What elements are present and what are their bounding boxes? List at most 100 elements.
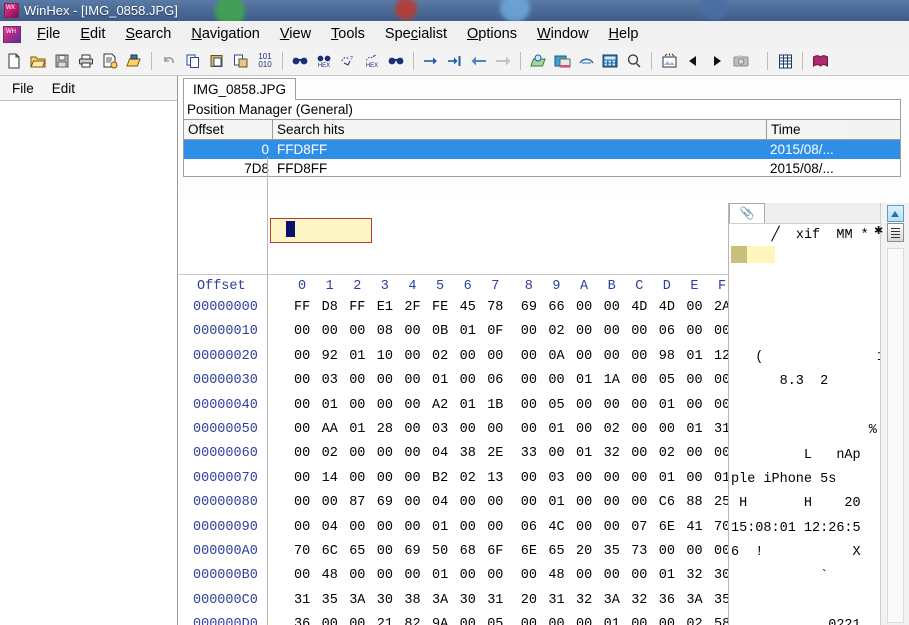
hex-byte[interactable]: 01 xyxy=(349,349,365,364)
hex-byte[interactable]: 00 xyxy=(686,544,702,559)
hex-byte[interactable]: 00 xyxy=(349,520,365,535)
hex-byte[interactable]: 01 xyxy=(432,373,448,388)
menu-item-help[interactable]: Help xyxy=(599,24,649,44)
ascii-row[interactable]: 8.3 2 xyxy=(729,370,880,394)
hex-byte[interactable]: E1 xyxy=(377,300,393,315)
hex-byte[interactable]: 31 xyxy=(294,593,310,608)
hex-byte[interactable]: 00 xyxy=(487,349,503,364)
hex-byte[interactable]: 00 xyxy=(460,373,476,388)
hex-byte[interactable]: 69 xyxy=(404,544,420,559)
hex-byte[interactable]: 00 xyxy=(294,398,310,413)
hex-byte[interactable]: 10 xyxy=(377,349,393,364)
ascii-row[interactable] xyxy=(729,395,880,419)
hex-byte[interactable]: 00 xyxy=(294,568,310,583)
hex-byte[interactable]: 01 xyxy=(604,617,620,625)
hex-byte[interactable]: 02 xyxy=(686,617,702,625)
hex-byte[interactable]: 00 xyxy=(487,520,503,535)
hex-byte[interactable]: 00 xyxy=(487,495,503,510)
hex-byte[interactable]: C6 xyxy=(659,495,675,510)
hex-byte[interactable]: 00 xyxy=(631,373,647,388)
hex-byte[interactable]: 00 xyxy=(377,373,393,388)
hex-byte[interactable]: 0A xyxy=(548,349,564,364)
hex-byte[interactable]: 70 xyxy=(294,544,310,559)
hex-byte[interactable]: 01 xyxy=(548,495,564,510)
hex-byte[interactable]: 00 xyxy=(487,568,503,583)
hex-byte[interactable]: 00 xyxy=(604,568,620,583)
hex-byte[interactable]: 00 xyxy=(460,495,476,510)
hex-byte[interactable]: 30 xyxy=(460,593,476,608)
hex-byte[interactable]: 78 xyxy=(487,300,503,315)
hex-byte[interactable]: 65 xyxy=(349,544,365,559)
hex-byte[interactable]: 01 xyxy=(576,446,592,461)
hex-byte[interactable]: 00 xyxy=(659,422,675,437)
replace-hex-icon[interactable]: HEX xyxy=(360,49,384,73)
forward-arrow-icon[interactable] xyxy=(491,49,515,73)
hex-byte[interactable]: 32 xyxy=(576,593,592,608)
hex-byte[interactable]: 01 xyxy=(659,471,675,486)
menu-item-tools[interactable]: Tools xyxy=(321,24,375,44)
hex-byte[interactable]: 00 xyxy=(548,617,564,625)
hex-byte[interactable]: 01 xyxy=(460,324,476,339)
hex-byte[interactable]: 00 xyxy=(576,471,592,486)
hex-byte[interactable]: 00 xyxy=(377,568,393,583)
next-item-icon[interactable] xyxy=(705,49,729,73)
hex-byte[interactable]: 00 xyxy=(686,373,702,388)
menu-item-window[interactable]: Window xyxy=(527,24,599,44)
hex-byte[interactable]: 73 xyxy=(631,544,647,559)
hex-byte[interactable]: 00 xyxy=(576,422,592,437)
clipboard-paste-icon[interactable] xyxy=(205,49,229,73)
hex-byte[interactable]: 00 xyxy=(576,520,592,535)
hex-byte[interactable]: 00 xyxy=(521,422,537,437)
hex-byte[interactable]: 00 xyxy=(460,568,476,583)
back-arrow-icon[interactable] xyxy=(467,49,491,73)
ascii-row[interactable]: H H 20 xyxy=(729,492,880,516)
hex-byte[interactable]: 03 xyxy=(432,422,448,437)
hex-byte[interactable]: 00 xyxy=(294,446,310,461)
hex-byte[interactable]: 01 xyxy=(432,568,448,583)
tab-img-0858-jpg[interactable]: IMG_0858.JPG xyxy=(183,78,297,100)
hex-byte[interactable]: 35 xyxy=(322,593,338,608)
calculator-icon[interactable] xyxy=(598,49,622,73)
hex-byte[interactable]: 01 xyxy=(460,398,476,413)
hex-byte[interactable]: 65 xyxy=(548,544,564,559)
report-table-icon[interactable] xyxy=(773,49,797,73)
hex-byte[interactable]: 00 xyxy=(631,471,647,486)
hex-byte[interactable]: 01 xyxy=(322,398,338,413)
hex-byte[interactable]: 01 xyxy=(686,349,702,364)
hex-byte[interactable]: 00 xyxy=(631,617,647,625)
ascii-row[interactable] xyxy=(729,248,880,272)
hex-byte[interactable]: 00 xyxy=(631,446,647,461)
hex-byte[interactable]: 48 xyxy=(322,568,338,583)
hex-byte[interactable]: 21 xyxy=(377,617,393,625)
hex-byte[interactable]: 00 xyxy=(404,349,420,364)
paste-special-icon[interactable] xyxy=(229,49,253,73)
hex-byte[interactable]: 00 xyxy=(377,446,393,461)
hex-byte[interactable]: 06 xyxy=(521,520,537,535)
data-interpreter-icon[interactable] xyxy=(574,49,598,73)
hex-byte[interactable]: 06 xyxy=(659,324,675,339)
ascii-row[interactable]: 6 ! X xyxy=(729,541,880,565)
hex-byte[interactable]: 00 xyxy=(604,520,620,535)
hex-byte[interactable]: 6C xyxy=(322,544,338,559)
hex-byte[interactable]: 00 xyxy=(521,373,537,388)
hex-byte[interactable]: 00 xyxy=(686,471,702,486)
hex-byte[interactable]: FE xyxy=(432,300,448,315)
hex-byte[interactable]: 2F xyxy=(404,300,420,315)
hex-byte[interactable]: 00 xyxy=(604,300,620,315)
hex-byte[interactable]: 3A xyxy=(686,593,702,608)
hex-byte[interactable]: 00 xyxy=(294,373,310,388)
menu-item-file[interactable]: File xyxy=(27,24,70,44)
table-row[interactable]: 7D8 FFD8FF 2015/08/... xyxy=(184,159,900,178)
hex-byte[interactable]: 4D xyxy=(631,300,647,315)
hex-byte[interactable]: 02 xyxy=(548,324,564,339)
hex-byte[interactable]: 00 xyxy=(548,373,564,388)
hex-byte[interactable]: 00 xyxy=(294,471,310,486)
hex-byte[interactable]: 00 xyxy=(521,398,537,413)
hex-byte[interactable]: 00 xyxy=(604,471,620,486)
snapshot-icon[interactable] xyxy=(729,49,753,73)
column-header-offset[interactable]: Offset xyxy=(184,120,273,139)
hex-byte[interactable]: 01 xyxy=(576,373,592,388)
table-row[interactable]: 0 FFD8FF 2015/08/... xyxy=(184,140,900,159)
hex-byte[interactable]: 00 xyxy=(631,349,647,364)
open-disk-icon[interactable] xyxy=(122,49,146,73)
